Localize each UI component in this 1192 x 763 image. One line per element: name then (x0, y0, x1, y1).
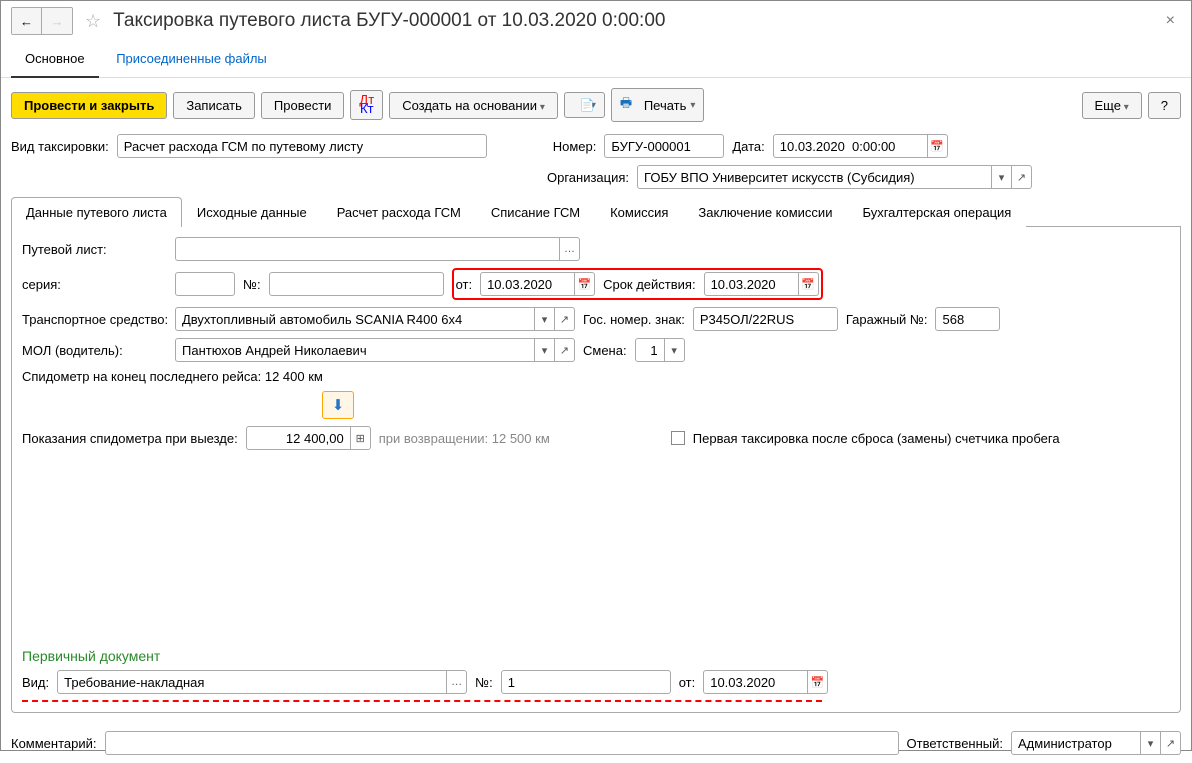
odo-out-label: Показания спидометра при выезде: (22, 431, 238, 446)
taxing-type-input[interactable] (117, 134, 487, 158)
vehicle-open-icon[interactable]: ↗ (555, 307, 575, 331)
date-label: Дата: (732, 139, 764, 154)
number-label: Номер: (553, 139, 597, 154)
calendar-icon[interactable]: 📅 (928, 134, 948, 158)
print-icon: 🖶 (620, 94, 632, 116)
calendar-icon[interactable]: 📅 (575, 272, 595, 296)
primary-from-label: от: (679, 675, 696, 690)
tab-fuel-writeoff[interactable]: Списание ГСМ (476, 197, 595, 227)
series-label: серия: (22, 277, 167, 292)
first-taxing-label: Первая таксировка после сброса (замены) … (693, 431, 1060, 446)
copy-down-button[interactable]: ⬇ (322, 391, 354, 419)
more-button[interactable]: Еще (1082, 92, 1142, 119)
save-button[interactable]: Записать (173, 92, 255, 119)
org-label: Организация: (547, 170, 629, 185)
calendar-icon[interactable]: 📅 (799, 272, 819, 296)
driver-label: МОЛ (водитель): (22, 343, 167, 358)
tab-accounting[interactable]: Бухгалтерская операция (847, 197, 1026, 227)
from-date-input[interactable] (480, 272, 575, 296)
nav-tab-files[interactable]: Присоединенные файлы (102, 41, 281, 76)
waybill-input[interactable] (175, 237, 560, 261)
actions-button[interactable] (564, 92, 605, 118)
waybill-label: Путевой лист: (22, 242, 167, 257)
create-based-button[interactable]: Создать на основании (389, 92, 558, 119)
number-input[interactable] (604, 134, 724, 158)
odo-back-label: при возвращении: 12 500 км (379, 431, 550, 446)
print-button[interactable]: 🖶 Печать (611, 88, 705, 122)
org-input[interactable] (637, 165, 992, 189)
vehicle-dropdown-icon[interactable]: ▾ (535, 307, 555, 331)
odo-end-label: Спидометр на конец последнего рейса: 12 … (22, 369, 323, 384)
red-underline (22, 700, 822, 702)
org-open-icon[interactable]: ↗ (1012, 165, 1032, 189)
from-label: от: (456, 277, 473, 292)
vehicle-label: Транспортное средство: (22, 312, 167, 327)
date-highlight-box: от: 📅 Срок действия: 📅 (452, 268, 823, 300)
tab-source-data[interactable]: Исходные данные (182, 197, 322, 227)
kind-input[interactable] (57, 670, 447, 694)
tab-waybill-data[interactable]: Данные путевого листа (11, 197, 182, 227)
post-and-close-button[interactable]: Провести и закрыть (11, 92, 167, 119)
valid-date-input[interactable] (704, 272, 799, 296)
driver-dropdown-icon[interactable]: ▾ (535, 338, 555, 362)
favorite-star-icon[interactable]: ☆ (85, 11, 101, 32)
primary-num-label: №: (475, 675, 493, 690)
driver-input[interactable] (175, 338, 535, 362)
waybill-select-icon[interactable]: … (560, 237, 580, 261)
driver-open-icon[interactable]: ↗ (555, 338, 575, 362)
responsible-input[interactable] (1011, 731, 1141, 755)
garage-label: Гаражный №: (846, 312, 928, 327)
plate-label: Гос. номер. знак: (583, 312, 685, 327)
shift-dropdown-icon[interactable]: ▾ (665, 338, 685, 362)
primary-doc-title: Первичный документ (22, 648, 1170, 664)
nav-back-button[interactable]: ← (12, 8, 42, 34)
valid-label: Срок действия: (603, 277, 696, 292)
date-input[interactable] (773, 134, 928, 158)
vehicle-input[interactable] (175, 307, 535, 331)
document-icon (573, 98, 587, 112)
shift-label: Смена: (583, 343, 627, 358)
series-input[interactable] (175, 272, 235, 296)
nav-tab-main[interactable]: Основное (11, 41, 99, 78)
arrow-down-icon: ⬇ (332, 396, 345, 414)
comment-label: Комментарий: (11, 736, 97, 751)
help-button[interactable]: ? (1148, 92, 1181, 119)
series-num-label: №: (243, 277, 261, 292)
first-taxing-checkbox[interactable] (671, 431, 685, 445)
kind-select-icon[interactable]: … (447, 670, 467, 694)
primary-num-input[interactable] (501, 670, 671, 694)
tab-conclusion[interactable]: Заключение комиссии (683, 197, 847, 227)
calculator-icon[interactable]: ⊞ (351, 426, 371, 450)
garage-input[interactable] (935, 307, 1000, 331)
page-title: Таксировка путевого листа БУГУ-000001 от… (113, 10, 1152, 32)
dtkt-button[interactable]: ДтКт (350, 90, 383, 120)
responsible-label: Ответственный: (907, 736, 1003, 751)
responsible-open-icon[interactable]: ↗ (1161, 731, 1181, 755)
nav-forward-button[interactable]: → (42, 8, 72, 34)
close-button[interactable]: × (1160, 12, 1181, 30)
tab-fuel-calc[interactable]: Расчет расхода ГСМ (322, 197, 476, 227)
comment-input[interactable] (105, 731, 899, 755)
responsible-dropdown-icon[interactable]: ▾ (1141, 731, 1161, 755)
taxing-type-label: Вид таксировки: (11, 139, 109, 154)
tab-commission[interactable]: Комиссия (595, 197, 683, 227)
series-num-input[interactable] (269, 272, 444, 296)
calendar-icon[interactable]: 📅 (808, 670, 828, 694)
odo-out-input[interactable] (246, 426, 351, 450)
plate-input[interactable] (693, 307, 838, 331)
post-button[interactable]: Провести (261, 92, 345, 119)
primary-from-input[interactable] (703, 670, 808, 694)
kind-label: Вид: (22, 675, 49, 690)
org-dropdown-icon[interactable]: ▾ (992, 165, 1012, 189)
shift-input[interactable] (635, 338, 665, 362)
